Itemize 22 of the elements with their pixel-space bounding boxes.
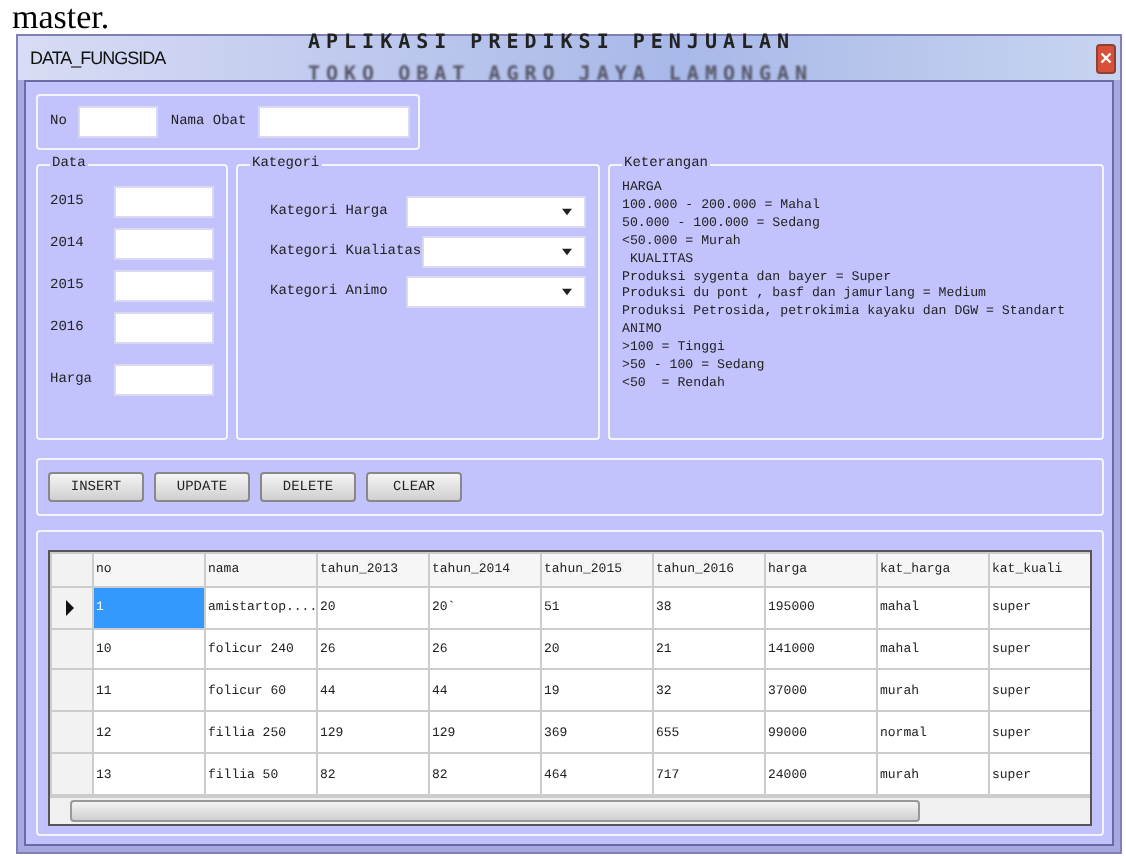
row-header[interactable] bbox=[51, 586, 93, 629]
input-field[interactable] bbox=[258, 106, 411, 138]
row-header bbox=[51, 553, 93, 587]
caret-icon bbox=[562, 248, 572, 256]
banner-text: APLIKASI PREDIKSI PENJUALAN bbox=[308, 30, 798, 58]
close-icon bbox=[1100, 52, 1112, 64]
window-title: DATA_FUNGSIDA bbox=[28, 48, 166, 68]
dropdown[interactable] bbox=[421, 236, 586, 268]
dropdown[interactable] bbox=[405, 276, 586, 308]
row-pointer-icon bbox=[66, 599, 74, 616]
input-field[interactable] bbox=[114, 364, 214, 396]
input-field[interactable] bbox=[114, 312, 214, 344]
caret-icon bbox=[562, 208, 572, 216]
input-field[interactable] bbox=[114, 270, 214, 302]
input-field[interactable] bbox=[114, 186, 214, 218]
document-text: master. bbox=[10, 0, 112, 34]
input-field[interactable] bbox=[114, 228, 214, 260]
close-button[interactable] bbox=[1096, 43, 1116, 73]
caret-icon bbox=[562, 288, 572, 296]
horizontal-scrollbar[interactable] bbox=[50, 796, 1090, 824]
input-field[interactable] bbox=[78, 106, 159, 138]
dropdown[interactable] bbox=[405, 196, 586, 228]
